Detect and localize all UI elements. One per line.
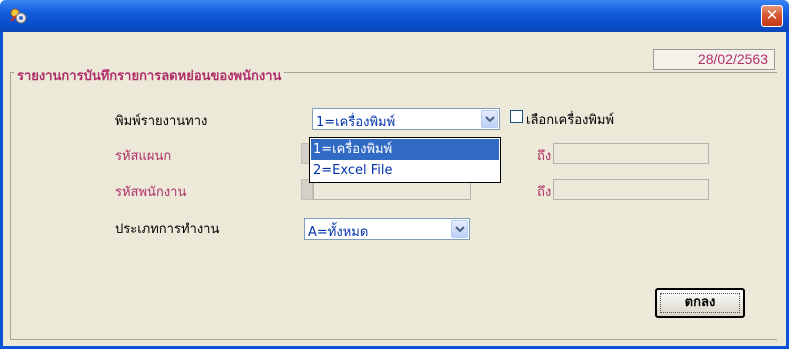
chevron-down-icon (455, 226, 465, 233)
app-icon (10, 8, 27, 24)
print-to-combo[interactable]: 1=เครื่องพิมพ์ (312, 108, 500, 130)
ok-button[interactable]: ตกลง (655, 288, 745, 318)
date-display: 28/02/2563 (653, 49, 775, 70)
title-bar[interactable]: ✕ (0, 0, 789, 32)
emp-code-label: รหัสพนักงาน (115, 185, 187, 200)
dept-to-label: ถึง (537, 149, 552, 164)
print-to-value: 1=เครื่องพิมพ์ (316, 115, 396, 130)
group-title: รายงานการบันทึกรายการลดหย่อนของพนักงาน (14, 65, 285, 86)
work-type-dropdown-button[interactable] (451, 220, 468, 238)
select-printer-checkbox[interactable] (510, 110, 523, 123)
work-type-value: A=ทั้งหมด (308, 225, 369, 240)
print-to-dropdown-button[interactable] (481, 110, 498, 128)
dept-code-to-field[interactable] (553, 143, 709, 164)
close-icon: ✕ (765, 6, 779, 24)
dialog-window: ✕ 28/02/2563 รายงานการบันทึกรายการลดหย่อ… (0, 0, 789, 349)
dropdown-option-printer[interactable]: 1=เครื่องพิมพ์ (311, 139, 499, 160)
print-to-label: พิมพ์รายงานทาง (115, 114, 208, 129)
dept-code-label: รหัสแผนก (115, 149, 172, 164)
dropdown-option-excel[interactable]: 2=Excel File (311, 160, 499, 181)
print-to-dropdown-list: 1=เครื่องพิมพ์ 2=Excel File (309, 137, 501, 183)
select-printer-label: เลือกเครื่องพิมพ์ (526, 113, 615, 128)
close-button[interactable]: ✕ (761, 5, 783, 27)
dialog-client-area: 28/02/2563 รายงานการบันทึกรายการลดหย่อนข… (3, 32, 786, 346)
focus-rect (660, 293, 740, 313)
chevron-down-icon (485, 116, 495, 123)
work-type-combo[interactable]: A=ทั้งหมด (304, 218, 470, 240)
emp-to-label: ถึง (537, 185, 552, 200)
work-type-label: ประเภทการทำงาน (115, 222, 220, 237)
emp-code-to-field[interactable] (553, 179, 709, 200)
